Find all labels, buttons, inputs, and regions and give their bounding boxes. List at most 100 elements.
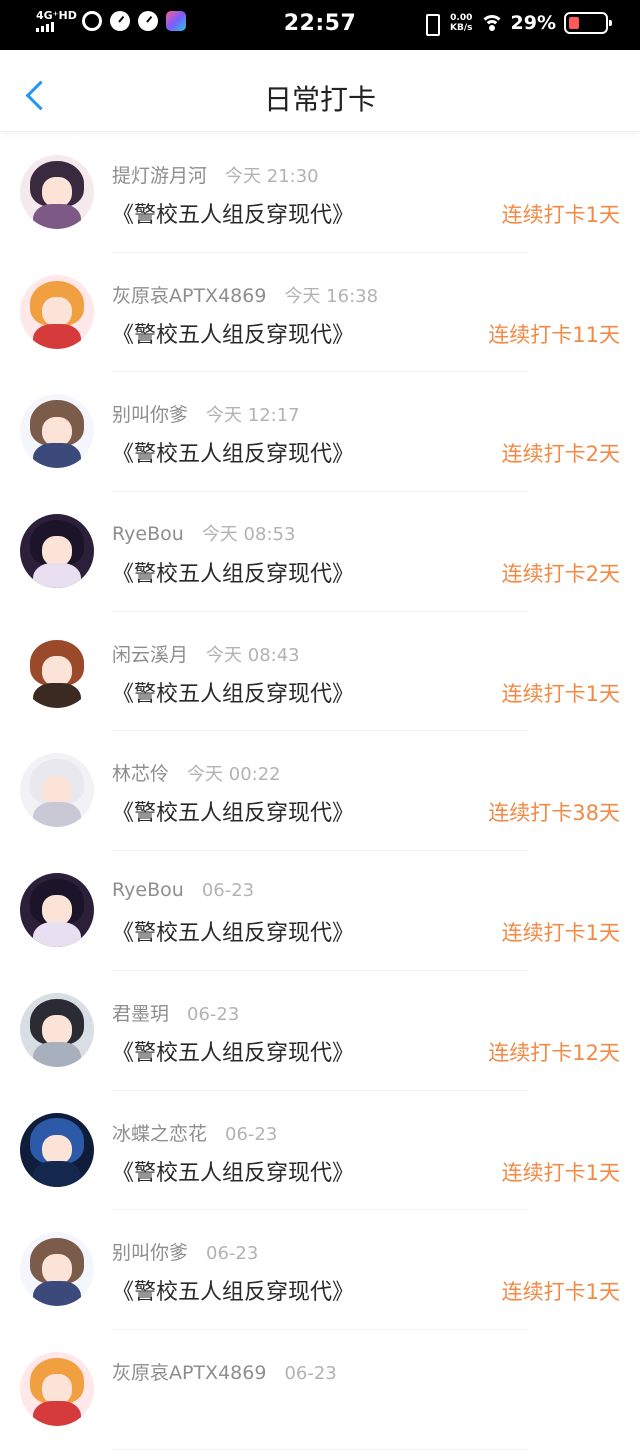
list-item[interactable]: 灰原哀APTX4869 06-23 — [0, 1330, 640, 1450]
username-text: 灰原哀APTX4869 — [112, 284, 267, 307]
list-item[interactable]: RyeBou 今天 08:53 《警校五人组反穿现代》 连续打卡2天 — [0, 492, 640, 612]
book-title[interactable]: 《警校五人组反穿现代》 — [112, 915, 354, 947]
book-title[interactable]: 《警校五人组反穿现代》 — [112, 197, 354, 229]
avatar[interactable] — [20, 633, 94, 708]
streak-badge: 连续打卡11天 — [488, 322, 620, 347]
avatar-body — [33, 443, 81, 469]
avatar-face — [42, 177, 72, 207]
username[interactable]: 闲云溪月 今天 08:43 — [112, 640, 300, 667]
checkin-time: 今天 08:53 — [201, 524, 296, 546]
checkin-time: 06-23 — [206, 1243, 259, 1265]
avatar[interactable] — [20, 1112, 94, 1187]
divider — [112, 1448, 528, 1450]
avatar-body — [33, 1281, 81, 1307]
wifi-icon — [480, 13, 503, 33]
book-title[interactable]: 《警校五人组反穿现代》 — [112, 1155, 354, 1187]
username[interactable]: 灰原哀APTX4869 今天 16:38 — [112, 281, 378, 308]
username[interactable]: RyeBou 06-23 — [112, 879, 254, 901]
network-indicator: 4G⁺HD — [36, 10, 77, 32]
avatar[interactable] — [20, 753, 94, 828]
app-notification-icon — [166, 11, 186, 31]
avatar[interactable] — [20, 992, 94, 1067]
speedometer-icon — [110, 11, 130, 31]
list-item[interactable]: 灰原哀APTX4869 今天 16:38 《警校五人组反穿现代》 连续打卡11天 — [0, 253, 640, 373]
battery-percent: 29% — [510, 12, 556, 34]
book-title[interactable]: 《警校五人组反穿现代》 — [112, 1274, 354, 1306]
avatar[interactable] — [20, 155, 94, 229]
avatar-body — [33, 682, 81, 708]
list-item[interactable]: RyeBou 06-23 《警校五人组反穿现代》 连续打卡1天 — [0, 851, 640, 971]
username-text: 君墨玥 — [112, 1002, 170, 1025]
username[interactable]: 君墨玥 06-23 — [112, 999, 239, 1026]
book-title[interactable]: 《警校五人组反穿现代》 — [112, 317, 354, 349]
checkin-time: 06-23 — [284, 1362, 337, 1384]
avatar-face — [42, 775, 72, 806]
avatar[interactable] — [20, 394, 94, 469]
signal-icon — [36, 22, 74, 32]
username[interactable]: 冰蝶之恋花 06-23 — [112, 1119, 277, 1146]
checkin-time: 06-23 — [225, 1123, 278, 1145]
book-title[interactable]: 《警校五人组反穿现代》 — [112, 556, 354, 588]
streak-badge: 连续打卡1天 — [501, 1280, 620, 1305]
streak-badge: 连续打卡1天 — [501, 681, 620, 706]
status-bar: 4G⁺HD 22:57 0.00 KB/s 29% — [0, 0, 640, 50]
list-item[interactable]: 冰蝶之恋花 06-23 《警校五人组反穿现代》 连续打卡1天 — [0, 1091, 640, 1211]
network-speed-value: 0.00 — [450, 13, 473, 23]
username-text: 提灯游月河 — [112, 165, 208, 187]
username-text: 冰蝶之恋花 — [112, 1122, 208, 1145]
checkin-time: 今天 21:30 — [225, 166, 319, 187]
network-speed-unit: KB/s — [450, 23, 473, 33]
avatar[interactable] — [20, 274, 94, 349]
sync-icon — [82, 11, 102, 31]
book-title[interactable]: 《警校五人组反穿现代》 — [112, 676, 354, 708]
avatar-body — [33, 562, 81, 589]
username[interactable]: 别叫你爹 今天 12:17 — [112, 400, 300, 427]
checkin-time: 今天 16:38 — [284, 285, 379, 307]
streak-badge: 连续打卡1天 — [501, 1160, 620, 1185]
vibrate-icon — [420, 13, 442, 36]
book-title[interactable]: 《警校五人组反穿现代》 — [112, 1035, 354, 1067]
username-text: 灰原哀APTX4869 — [112, 1361, 267, 1384]
book-title[interactable]: 《警校五人组反穿现代》 — [112, 436, 354, 468]
username[interactable]: 林芯伶 今天 00:22 — [112, 759, 281, 786]
streak-badge: 连续打卡12天 — [488, 1040, 620, 1065]
list-item[interactable]: 提灯游月河 今天 21:30 《警校五人组反穿现代》 连续打卡1天 — [0, 133, 640, 253]
avatar-face — [42, 296, 72, 327]
username[interactable]: RyeBou 今天 08:53 — [112, 520, 295, 546]
avatar-face — [42, 895, 72, 925]
avatar-face — [42, 1254, 72, 1284]
avatar[interactable] — [20, 1351, 94, 1426]
checkin-time: 今天 12:17 — [206, 405, 300, 427]
avatar-face — [42, 1134, 72, 1165]
avatar-face — [42, 1374, 72, 1404]
nav-header: 日常打卡 — [0, 50, 640, 132]
book-title[interactable]: 《警校五人组反穿现代》 — [112, 795, 354, 827]
avatar[interactable] — [20, 873, 94, 948]
list-item[interactable]: 林芯伶 今天 00:22 《警校五人组反穿现代》 连续打卡38天 — [0, 731, 640, 852]
username[interactable]: 别叫你爹 06-23 — [112, 1238, 258, 1265]
checkin-list[interactable]: 提灯游月河 今天 21:30 《警校五人组反穿现代》 连续打卡1天 灰原哀APTX486… — [0, 133, 640, 1450]
checkin-time: 今天 08:43 — [206, 644, 300, 666]
avatar-face — [42, 536, 72, 566]
username[interactable]: 灰原哀APTX4869 06-23 — [112, 1358, 337, 1385]
battery-icon — [564, 12, 612, 34]
username-text: 林芯伶 — [112, 763, 170, 786]
list-item[interactable]: 别叫你爹 今天 12:17 《警校五人组反穿现代》 连续打卡2天 — [0, 372, 640, 493]
username[interactable]: 提灯游月河 今天 21:30 — [112, 161, 319, 188]
avatar[interactable] — [20, 514, 94, 589]
streak-badge: 连续打卡1天 — [501, 203, 620, 227]
page-title: 日常打卡 — [263, 83, 376, 116]
streak-badge: 连续打卡2天 — [501, 562, 620, 587]
avatar-face — [42, 416, 72, 447]
avatar[interactable] — [20, 1232, 94, 1307]
avatar-body — [33, 323, 81, 349]
list-item[interactable]: 君墨玥 06-23 《警校五人组反穿现代》 连续打卡12天 — [0, 971, 640, 1091]
checkin-time: 06-23 — [201, 880, 255, 902]
list-item[interactable]: 别叫你爹 06-23 《警校五人组反穿现代》 连续打卡1天 — [0, 1210, 640, 1330]
checkin-time: 06-23 — [187, 1003, 240, 1025]
list-item[interactable]: 闲云溪月 今天 08:43 《警校五人组反穿现代》 连续打卡1天 — [0, 612, 640, 732]
status-right-icons: 0.00 KB/s 29% — [420, 12, 612, 36]
username-text: 别叫你爹 — [112, 404, 189, 427]
network-speed: 0.00 KB/s — [450, 13, 472, 33]
avatar-face — [42, 1015, 72, 1045]
